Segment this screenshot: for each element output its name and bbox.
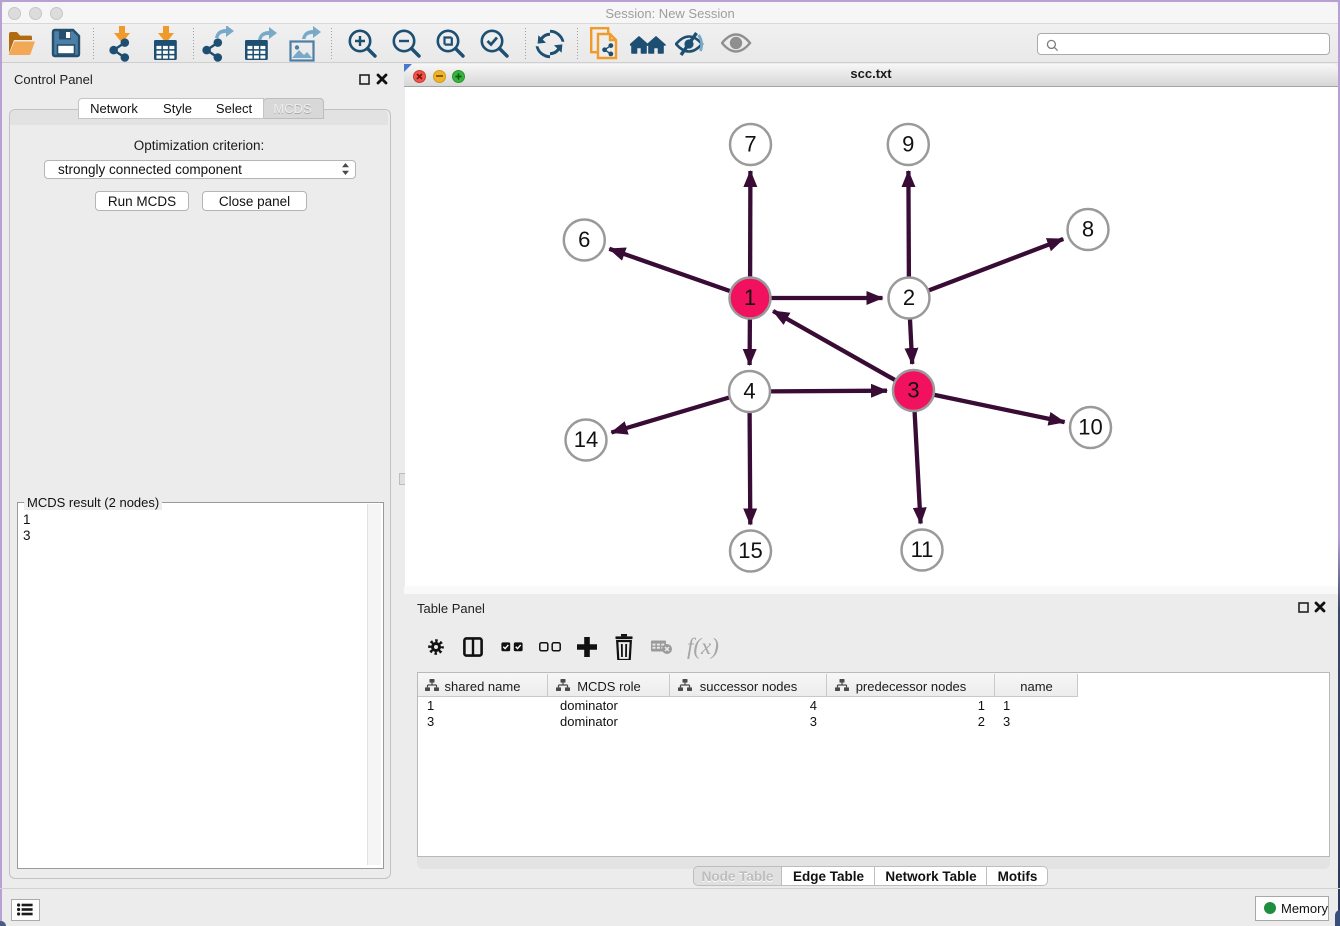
svg-text:4: 4 [743,379,755,404]
svg-text:8: 8 [1082,217,1094,242]
svg-text:7: 7 [744,132,756,157]
svg-text:6: 6 [578,227,590,252]
svg-text:10: 10 [1078,415,1102,440]
svg-text:11: 11 [911,537,934,562]
svg-text:15: 15 [738,538,762,563]
svg-text:9: 9 [902,132,914,157]
svg-text:3: 3 [907,378,919,403]
svg-text:1: 1 [744,285,756,310]
svg-text:2: 2 [903,285,915,310]
svg-text:14: 14 [574,427,598,452]
